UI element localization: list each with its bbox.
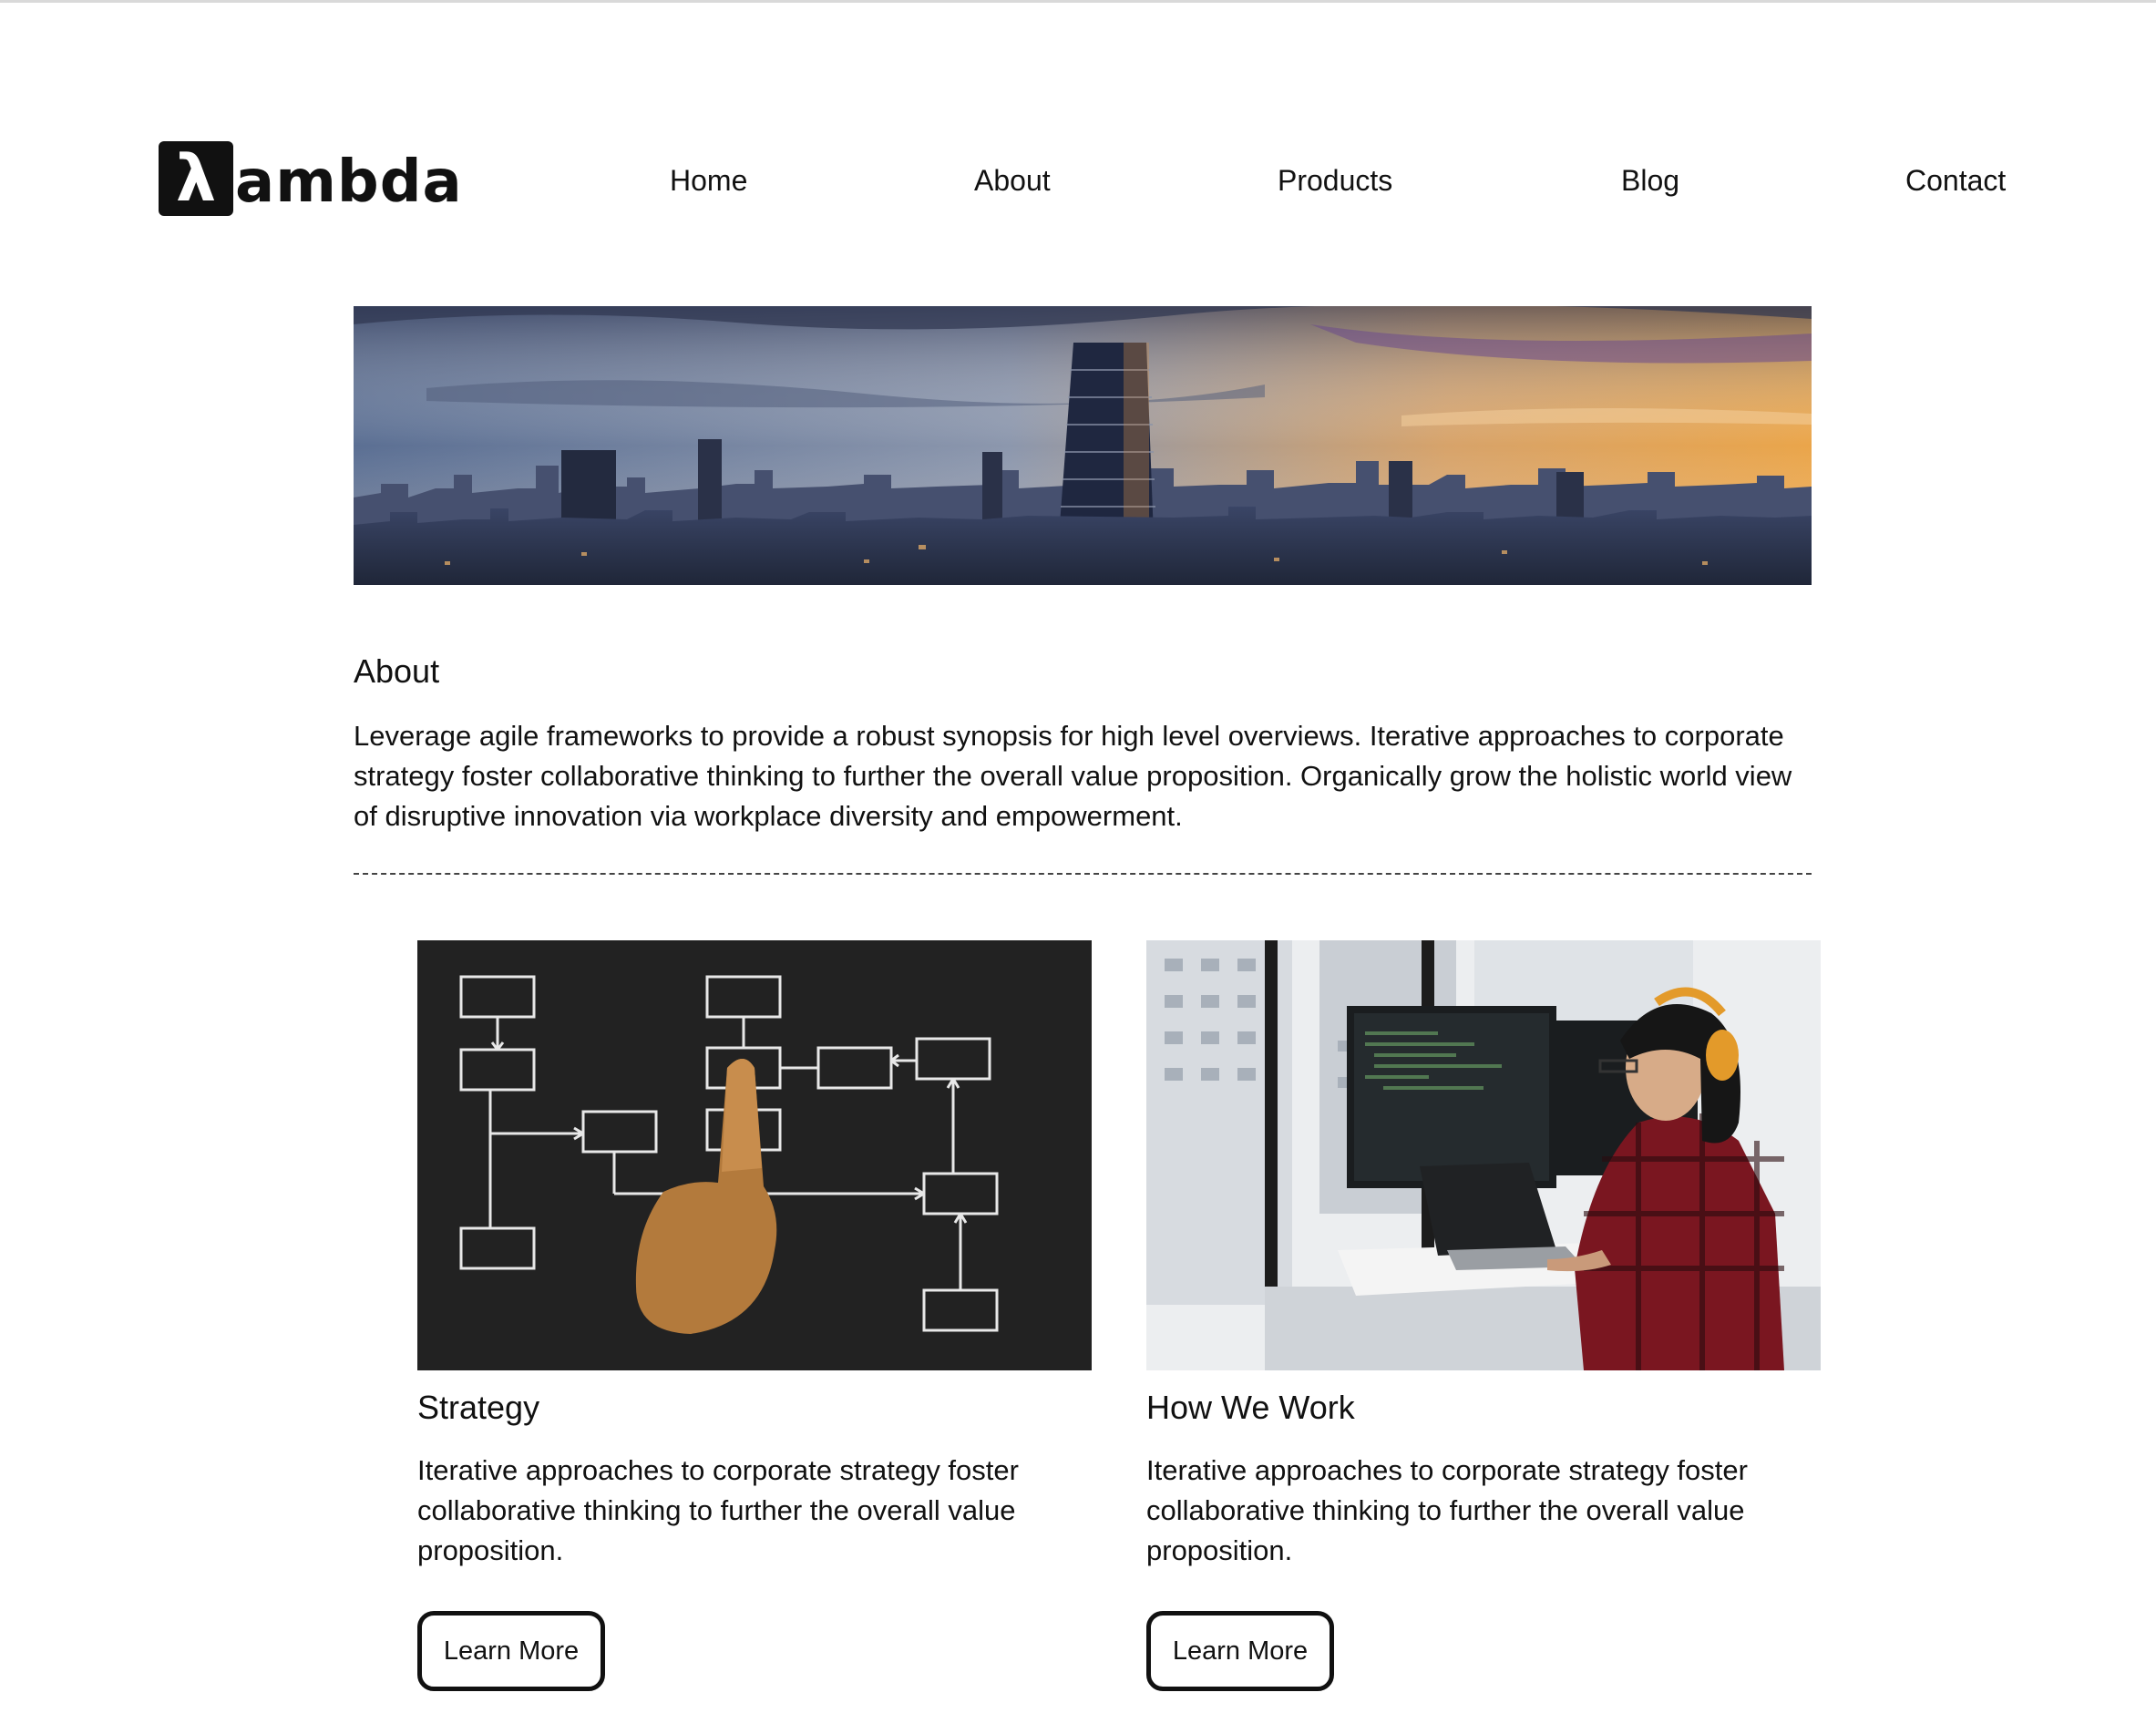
card-strategy: Strategy Iterative approaches to corpora… [417, 940, 1092, 1691]
flowchart-hand-image [417, 940, 1092, 1370]
learn-more-button[interactable]: Learn More [417, 1611, 605, 1691]
learn-more-button[interactable]: Learn More [1146, 1611, 1334, 1691]
nav-about[interactable]: About [974, 164, 1051, 198]
hero-image [354, 306, 1812, 585]
card-title: How We Work [1146, 1389, 1355, 1426]
section-divider [354, 873, 1812, 875]
card-image [1146, 940, 1821, 1370]
nav-contact[interactable]: Contact [1905, 164, 2006, 198]
card-text: Iterative approaches to corporate strate… [417, 1454, 1019, 1566]
card-image [417, 940, 1092, 1370]
about-body-text: Leverage agile frameworks to provide a r… [354, 720, 1792, 832]
card-how-we-work: How We Work Iterative approaches to corp… [1146, 940, 1821, 1691]
nav-blog[interactable]: Blog [1621, 164, 1679, 198]
nav-products[interactable]: Products [1278, 164, 1392, 198]
about-heading: About [354, 652, 440, 690]
card-title: Strategy [417, 1389, 540, 1426]
woman-at-computer-image [1146, 940, 1821, 1370]
nav-home[interactable]: Home [670, 164, 747, 198]
card-text: Iterative approaches to corporate strate… [1146, 1454, 1748, 1566]
top-border [0, 0, 2156, 3]
main-nav: Home About Products Blog Contact [0, 164, 2156, 210]
city-skyline-image [354, 306, 1812, 585]
